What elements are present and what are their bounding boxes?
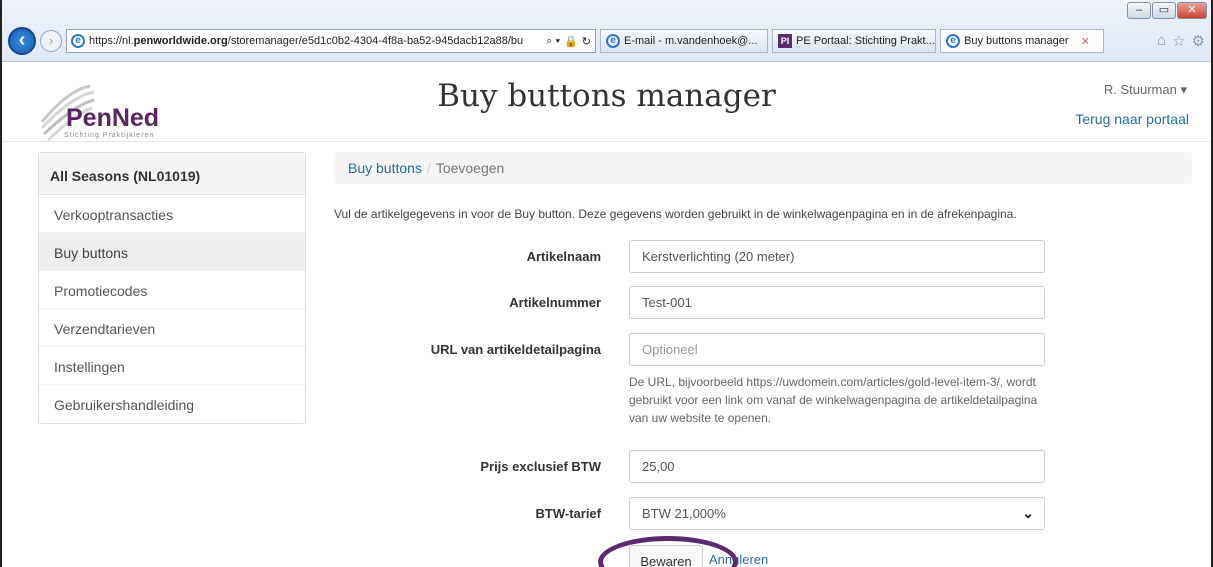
refresh-icon[interactable]: ↻: [582, 35, 591, 48]
address-url: https://nl.penworldwide.org/storemanager…: [89, 35, 524, 47]
logo-subtext: Stichting Praktijkleren: [64, 132, 155, 139]
article-name-input[interactable]: Kerstverlichting (20 meter): [629, 240, 1045, 273]
search-icon[interactable]: ⌕ ▾: [546, 35, 560, 48]
ie-icon: e: [946, 34, 960, 48]
browser-chrome: – ▭ ✕ ‹ › e https://nl.penworldwide.org/…: [2, 0, 1211, 62]
vat-select-value: BTW 21,000%: [642, 506, 726, 521]
article-number-label: Artikelnummer: [509, 295, 601, 310]
gear-icon[interactable]: ⚙: [1192, 32, 1205, 50]
page-title: Buy buttons manager: [437, 78, 776, 114]
sidebar-item-promotiecodes[interactable]: Promotiecodes: [39, 271, 305, 309]
vat-select[interactable]: BTW 21,000% ⌄: [629, 497, 1045, 530]
sidebar: All Seasons (NL01019) Verkooptransacties…: [38, 152, 306, 424]
portal-link[interactable]: Terug naar portaal: [1075, 111, 1189, 127]
nav-row: ‹ › e https://nl.penworldwide.org/storem…: [8, 26, 1205, 56]
price-label: Prijs exclusief BTW: [480, 459, 601, 474]
sidebar-heading: All Seasons (NL01019): [39, 153, 305, 195]
url-label: URL van artikeldetailpagina: [430, 342, 601, 357]
tab-buy-buttons[interactable]: e Buy buttons manager ✕: [940, 29, 1104, 53]
url-input[interactable]: Optioneel: [629, 333, 1045, 366]
address-bar[interactable]: e https://nl.penworldwide.org/storemanag…: [66, 29, 596, 53]
forward-button[interactable]: ›: [40, 30, 62, 52]
tab-email[interactable]: e E-mail - m.vandenhoek@...: [600, 29, 768, 53]
window-controls: – ▭ ✕: [1127, 2, 1207, 19]
user-menu[interactable]: R. Stuurman ▾: [1104, 82, 1187, 98]
form-intro: Vul de artikelgegevens in voor de Buy bu…: [334, 207, 1017, 221]
breadcrumb-link[interactable]: Buy buttons: [348, 160, 422, 176]
lock-icon: 🔒: [564, 35, 578, 48]
sidebar-item-verzendtarieven[interactable]: Verzendtarieven: [39, 309, 305, 347]
sidebar-item-gebruikershandleiding[interactable]: Gebruikershandleiding: [39, 385, 305, 423]
close-window-button[interactable]: ✕: [1177, 2, 1207, 19]
ie-icon: e: [606, 34, 620, 48]
url-help-text: De URL, bijvoorbeeld https://uwdomein.co…: [629, 375, 1038, 425]
maximize-button[interactable]: ▭: [1152, 2, 1176, 19]
sidebar-item-verkooptransacties[interactable]: Verkooptransacties: [39, 195, 305, 233]
chevron-down-icon: ⌄: [1022, 505, 1034, 521]
tab-pe-portaal[interactable]: PI PE Portaal: Stichting Prakt...: [772, 29, 936, 53]
minimize-button[interactable]: –: [1127, 2, 1151, 19]
pi-icon: PI: [778, 34, 792, 48]
save-button[interactable]: Bewaren: [629, 545, 703, 567]
article-name-label: Artikelnaam: [526, 249, 601, 264]
home-icon[interactable]: ⌂: [1157, 32, 1166, 50]
article-number-input[interactable]: Test-001: [629, 286, 1045, 319]
close-tab-icon[interactable]: ✕: [1081, 35, 1090, 48]
header-divider: [2, 141, 1211, 142]
breadcrumb-current: Toevoegen: [435, 160, 505, 176]
star-icon[interactable]: ☆: [1172, 32, 1185, 50]
browser-tools: ⌂ ☆ ⚙: [1157, 32, 1205, 50]
breadcrumb-separator: /: [426, 160, 431, 176]
back-button[interactable]: ‹: [8, 27, 36, 55]
sidebar-item-buy-buttons[interactable]: Buy buttons: [39, 233, 305, 271]
price-input[interactable]: 25,00: [629, 450, 1045, 483]
vat-label: BTW-tarief: [535, 506, 601, 521]
cancel-link[interactable]: Annuleren: [709, 552, 768, 567]
sidebar-item-instellingen[interactable]: Instellingen: [39, 347, 305, 385]
ie-icon: e: [71, 34, 85, 48]
breadcrumb: Buy buttons / Toevoegen: [334, 152, 1192, 184]
